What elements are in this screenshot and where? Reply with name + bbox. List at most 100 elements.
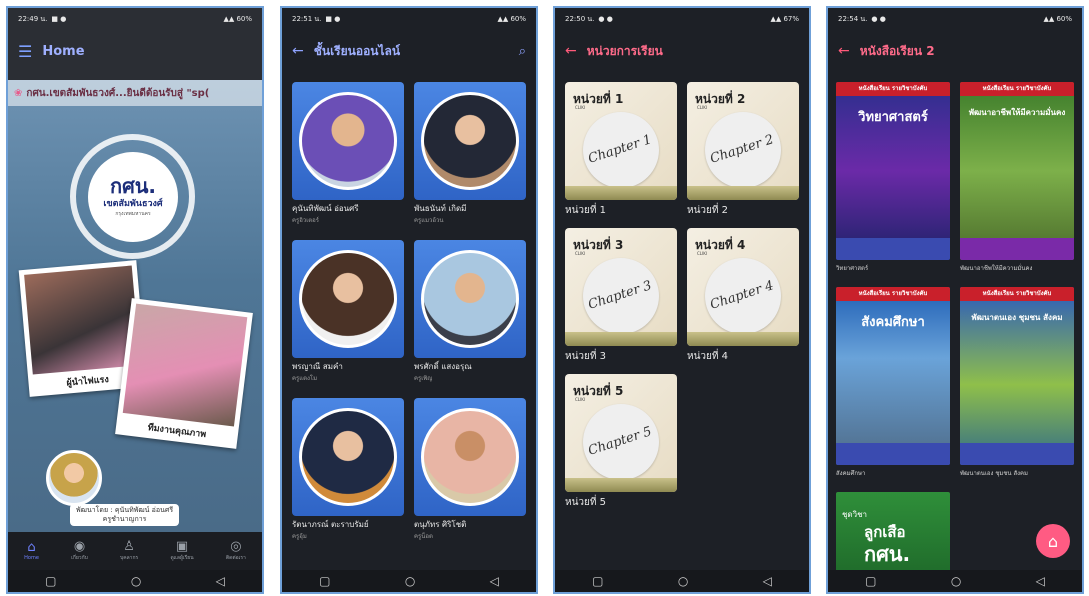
unit-cover: หน่วยที่ 2 CLIKI Chapter 2 (687, 82, 799, 200)
nav-about[interactable]: ◉ เกี่ยวกับ (71, 540, 88, 562)
credit-name: พัฒนาโดย : คุนันทิพัฒน์ อ่อนศรี (76, 506, 174, 514)
teacher-avatar (421, 408, 519, 506)
unit-label: หน่วยที่ 4 (687, 351, 729, 362)
flower-icon: ❀ (14, 87, 23, 99)
search-icon[interactable]: ⌕ (519, 44, 526, 59)
book-card[interactable]: ชุดวิชา ลูกเสือ กศน. (836, 492, 950, 578)
teacher-name: รัตนาภรณ์ ตะราบรัมย์ (292, 520, 369, 529)
book-label: สังคมศึกษา (836, 470, 866, 477)
teacher-card[interactable]: พันธนันท์ เกิดมี ครูแมวอ้วน (414, 82, 526, 240)
teacher-avatar (299, 408, 397, 506)
recents-button[interactable]: ▢ (319, 574, 330, 588)
status-time: 22:49 น. (18, 14, 48, 23)
unit-card[interactable]: หน่วยที่ 2 CLIKI Chapter 2 หน่วยที่ 2 (687, 82, 799, 228)
status-time: 22:50 น. (565, 14, 595, 23)
book-header: หนังสือเรียน รายวิชาบังคับ (836, 287, 950, 301)
recents-button[interactable]: ▢ (865, 574, 876, 588)
nav-label: บุคลากร (120, 555, 139, 561)
unit-card[interactable]: หน่วยที่ 3 CLIKI Chapter 3 หน่วยที่ 3 (565, 228, 677, 374)
menu-icon[interactable]: ☰ (18, 42, 32, 61)
nav-home[interactable]: ⌂ Home (24, 541, 39, 562)
book-card[interactable]: หนังสือเรียน รายวิชาบังคับ สังคมศึกษา สั… (836, 287, 950, 492)
home-button[interactable]: ○ (951, 574, 961, 588)
home-button[interactable]: ○ (131, 574, 141, 588)
home-button[interactable]: ○ (405, 574, 415, 588)
unit-cover: หน่วยที่ 1 CLIKI Chapter 1 (565, 82, 677, 200)
teacher-card[interactable]: พรศักดิ์ แสงอรุณ ครูเพิญ (414, 240, 526, 398)
unit-label: หน่วยที่ 3 (565, 351, 607, 362)
developer-avatar (46, 450, 102, 506)
back-arrow-icon[interactable]: ← (292, 43, 304, 59)
teacher-avatar (299, 92, 397, 190)
unit-cover: หน่วยที่ 5 CLIKI Chapter 5 (565, 374, 677, 492)
teacher-photo-frame (414, 398, 526, 516)
book-card[interactable]: หนังสือเรียน รายวิชาบังคับ พัฒนาอาชีพให้… (960, 82, 1074, 287)
developer-credit: พัฒนาโดย : คุนันทิพัฒน์ อ่อนศรี ครูชำนาญ… (70, 504, 180, 526)
book-cover: หนังสือเรียน รายวิชาบังคับ พัฒนาตนเอง ชุ… (960, 287, 1074, 465)
teacher-card[interactable]: คุนันทิพัฒน์ อ่อนศรี ครูอิวเตอร์ (292, 82, 404, 240)
page-title: Home (42, 43, 85, 59)
teacher-card[interactable]: รัตนาภรณ์ ตะราบรัมย์ ครูอุ้ม (292, 398, 404, 556)
nav-label: เกี่ยวกับ (71, 555, 88, 561)
page-title: หนังสือเรียน 2 (859, 43, 935, 58)
teacher-nickname: ครูแมวอ้วน (414, 217, 444, 224)
back-button[interactable]: ◁ (763, 574, 772, 588)
teacher-photo-frame (292, 398, 404, 516)
unit-brand: CLIKI (575, 105, 586, 110)
nav-contact[interactable]: ◎ ติดต่อเรา (226, 540, 246, 562)
scout-book-cover: ชุดวิชา ลูกเสือ กศน. (836, 492, 950, 578)
recents-button[interactable]: ▢ (45, 574, 56, 588)
book-cover: หนังสือเรียน รายวิชาบังคับ วิทยาศาสตร์ (836, 82, 950, 260)
teacher-photo-frame (414, 240, 526, 358)
unit-card[interactable]: หน่วยที่ 4 CLIKI Chapter 4 หน่วยที่ 4 (687, 228, 799, 374)
notification-icon: ■ ● (325, 14, 341, 23)
teacher-photo-frame (292, 82, 404, 200)
back-button[interactable]: ◁ (1036, 574, 1045, 588)
status-time: 22:51 น. (292, 14, 322, 23)
back-arrow-icon[interactable]: ← (838, 43, 850, 59)
recents-button[interactable]: ▢ (592, 574, 603, 588)
home-fab-button[interactable]: ⌂ (1036, 524, 1070, 558)
team-image (122, 303, 248, 427)
phone-home-screen: 22:49 น. ■ ● ▲▲ 60% ☰ Home ❀ กศน.เขตสัมพั… (6, 6, 264, 594)
leader-image (24, 265, 141, 375)
app-bar: ☰ Home (8, 30, 262, 72)
phone-textbooks-screen: 22:54 น. ● ● ▲▲ 60% ← หนังสือเรียน 2 หนัง… (826, 6, 1084, 594)
home-button[interactable]: ○ (678, 574, 688, 588)
nav-students[interactable]: ▣ ดูแลผู้เรียน (170, 540, 193, 562)
page-title: หน่วยการเรียน (586, 43, 663, 58)
unit-label: หน่วยที่ 2 (687, 205, 729, 216)
teacher-card[interactable]: ตนุภัทร ศิริโชติ ครูน็อต (414, 398, 526, 556)
teacher-nickname: ครูเพิญ (414, 375, 433, 382)
book-card[interactable]: หนังสือเรียน รายวิชาบังคับ พัฒนาตนเอง ชุ… (960, 287, 1074, 492)
book-cover: หนังสือเรียน รายวิชาบังคับ สังคมศึกษา (836, 287, 950, 465)
book-footer (960, 238, 1074, 260)
unit-cover: หน่วยที่ 3 CLIKI Chapter 3 (565, 228, 677, 346)
teacher-name: พรญาณี สมคำ (292, 362, 343, 371)
school-logo: กศน. เขตสัมพันธวงศ์ กรุงเทพมหานคร (88, 152, 178, 242)
book-label: วิทยาศาสตร์ (836, 265, 869, 272)
book-card[interactable]: หนังสือเรียน รายวิชาบังคับ วิทยาศาสตร์ ว… (836, 82, 950, 287)
nav-label: Home (24, 555, 39, 561)
book-header: หนังสือเรียน รายวิชาบังคับ (836, 82, 950, 96)
book-grid: หนังสือเรียน รายวิชาบังคับ วิทยาศาสตร์ ว… (836, 82, 1074, 578)
teacher-card[interactable]: พรญาณี สมคำ ครูแตงโม (292, 240, 404, 398)
teacher-nickname: ครูอิวเตอร์ (292, 217, 319, 224)
nav-staff[interactable]: ♙ บุคลากร (120, 540, 138, 562)
unit-card[interactable]: หน่วยที่ 1 CLIKI Chapter 1 หน่วยที่ 1 (565, 82, 677, 228)
back-button[interactable]: ◁ (490, 574, 499, 588)
back-button[interactable]: ◁ (216, 574, 225, 588)
signal-icon: ▲▲ (497, 15, 511, 23)
status-bar: 22:51 น. ■ ● ▲▲ 60% (282, 8, 536, 30)
grass-decoration (687, 186, 799, 200)
system-navbar: ▢ ○ ◁ (8, 570, 262, 592)
logo-subtitle: เขตสัมพันธวงศ์ (103, 199, 163, 209)
unit-card[interactable]: หน่วยที่ 5 CLIKI Chapter 5 หน่วยที่ 5 (565, 374, 677, 520)
teacher-nickname: ครูน็อต (414, 533, 433, 540)
teacher-avatar (421, 92, 519, 190)
contact-icon: ◎ (230, 539, 242, 554)
book-cover: หนังสือเรียน รายวิชาบังคับ พัฒนาอาชีพให้… (960, 82, 1074, 260)
teacher-avatar (299, 250, 397, 348)
back-arrow-icon[interactable]: ← (565, 43, 577, 59)
status-time: 22:54 น. (838, 14, 868, 23)
